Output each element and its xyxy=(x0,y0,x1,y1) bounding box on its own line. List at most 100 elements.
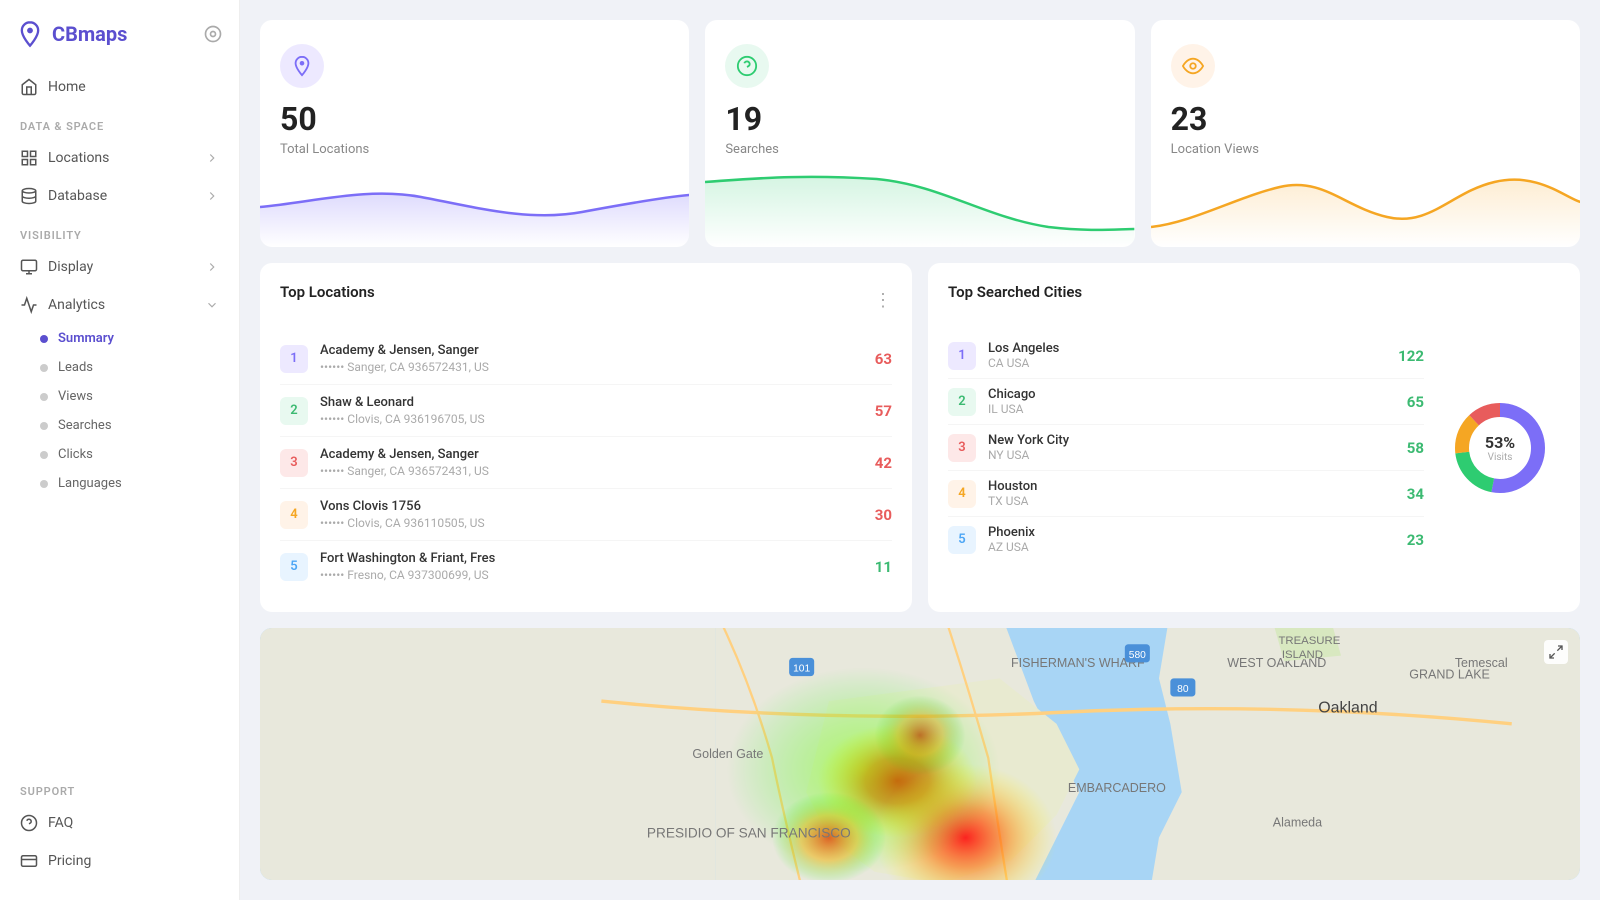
more-options-button[interactable]: ⋮ xyxy=(874,290,892,311)
sidebar-sub-label: Summary xyxy=(58,331,114,346)
stat-chart xyxy=(260,167,689,247)
location-info: Shaw & Leonard •••••• Clovis, CA 9361967… xyxy=(320,395,863,426)
location-info: Vons Clovis 1756 •••••• Clovis, CA 93611… xyxy=(320,499,863,530)
city-section: 1 Los Angeles CA USA 122 2 Chicago IL US… xyxy=(948,333,1560,562)
searches-chart-svg xyxy=(705,167,1134,247)
home-icon xyxy=(20,78,38,96)
city-sub: AZ USA xyxy=(988,540,1395,554)
sidebar-sub-item-views[interactable]: Views xyxy=(0,382,239,411)
stat-number: 50 xyxy=(280,100,669,138)
sidebar-item-pricing[interactable]: Pricing xyxy=(0,842,239,880)
location-addr: •••••• Sanger, CA 936572431, US xyxy=(320,464,863,478)
sidebar-item-display[interactable]: Display xyxy=(0,248,239,286)
sidebar-sub-item-summary[interactable]: Summary xyxy=(0,324,239,353)
city-count: 65 xyxy=(1407,393,1424,411)
svg-text:Temescal: Temescal xyxy=(1455,656,1508,670)
location-row[interactable]: 4 Vons Clovis 1756 •••••• Clovis, CA 936… xyxy=(280,489,892,541)
rank-badge: 5 xyxy=(948,526,976,554)
chevron-down-icon xyxy=(205,298,219,312)
location-info: Academy & Jensen, Sanger •••••• Sanger, … xyxy=(320,447,863,478)
sidebar-sub-label: Leads xyxy=(58,360,93,375)
sidebar-sub-label: Clicks xyxy=(58,447,93,462)
svg-text:TREASURE: TREASURE xyxy=(1278,635,1340,647)
faq-icon xyxy=(20,814,38,832)
svg-text:EMBARCADERO: EMBARCADERO xyxy=(1068,781,1166,795)
stat-chart xyxy=(705,167,1134,247)
donut-pct: 53% xyxy=(1485,433,1515,452)
city-name: Los Angeles xyxy=(988,341,1386,356)
rank-badge: 4 xyxy=(280,501,308,529)
location-info: Academy & Jensen, Sanger •••••• Sanger, … xyxy=(320,343,863,374)
stat-label: Location Views xyxy=(1171,142,1560,157)
city-row[interactable]: 1 Los Angeles CA USA 122 xyxy=(948,333,1424,379)
location-info: Fort Washington & Friant, Fres •••••• Fr… xyxy=(320,551,863,582)
stat-label: Searches xyxy=(725,142,1114,157)
city-row[interactable]: 3 New York City NY USA 58 xyxy=(948,425,1424,471)
sidebar-item-home[interactable]: Home xyxy=(0,68,239,106)
location-addr: •••••• Clovis, CA 936196705, US xyxy=(320,412,863,426)
city-sub: NY USA xyxy=(988,448,1395,462)
map-expand-button[interactable] xyxy=(1544,640,1568,664)
sidebar-item-analytics[interactable]: Analytics xyxy=(0,286,239,324)
rank-badge: 5 xyxy=(280,553,308,581)
sidebar-sub-label: Languages xyxy=(58,476,122,491)
sub-dot xyxy=(40,480,48,488)
svg-text:PRESIDIO OF SAN FRANCISCO: PRESIDIO OF SAN FRANCISCO xyxy=(647,826,851,841)
city-info: New York City NY USA xyxy=(988,433,1395,462)
sidebar-item-label: Database xyxy=(48,188,107,204)
sidebar-sub-item-leads[interactable]: Leads xyxy=(0,353,239,382)
sidebar-item-faq[interactable]: FAQ xyxy=(0,804,239,842)
stats-row: 50 Total Locations xyxy=(260,20,1580,247)
rank-badge: 2 xyxy=(948,388,976,416)
display-icon xyxy=(20,258,38,276)
rank-badge: 1 xyxy=(280,345,308,373)
card-header: Top Locations ⋮ xyxy=(280,283,892,317)
sub-dot xyxy=(40,422,48,430)
top-locations-card: Top Locations ⋮ 1 Academy & Jensen, Sang… xyxy=(260,263,912,612)
city-sub: IL USA xyxy=(988,402,1395,416)
city-info: Houston TX USA xyxy=(988,479,1395,508)
stat-number: 19 xyxy=(725,100,1114,138)
location-name: Academy & Jensen, Sanger xyxy=(320,343,863,358)
sidebar-sub-item-searches[interactable]: Searches xyxy=(0,411,239,440)
location-row[interactable]: 1 Academy & Jensen, Sanger •••••• Sanger… xyxy=(280,333,892,385)
stat-icon-wrap xyxy=(280,44,324,88)
database-icon xyxy=(20,187,38,205)
city-name: Phoenix xyxy=(988,525,1395,540)
sidebar-sub-item-clicks[interactable]: Clicks xyxy=(0,440,239,469)
sidebar-section-visibility: VISIBILITY xyxy=(0,215,239,248)
city-name: New York City xyxy=(988,433,1395,448)
city-count: 34 xyxy=(1407,485,1424,503)
location-pin-icon xyxy=(291,55,313,77)
chevron-right-icon xyxy=(205,260,219,274)
city-row[interactable]: 2 Chicago IL USA 65 xyxy=(948,379,1424,425)
analytics-icon xyxy=(20,296,38,314)
sub-dot xyxy=(40,335,48,343)
middle-row: Top Locations ⋮ 1 Academy & Jensen, Sang… xyxy=(260,263,1580,612)
city-count: 58 xyxy=(1407,439,1424,457)
pricing-icon xyxy=(20,852,38,870)
sidebar-sub-label: Views xyxy=(58,389,93,404)
stat-card-searches: 19 Searches xyxy=(705,20,1134,247)
stat-chart xyxy=(1151,167,1580,247)
app-name[interactable]: CBmaps xyxy=(16,20,127,48)
stat-card-total-locations: 50 Total Locations xyxy=(260,20,689,247)
chevron-right-icon xyxy=(205,189,219,203)
sub-dot xyxy=(40,364,48,372)
top-cities-card: Top Searched Cities 1 Los Angeles CA USA… xyxy=(928,263,1580,612)
city-sub: TX USA xyxy=(988,494,1395,508)
city-row[interactable]: 4 Houston TX USA 34 xyxy=(948,471,1424,517)
location-row[interactable]: 2 Shaw & Leonard •••••• Clovis, CA 93619… xyxy=(280,385,892,437)
settings-icon[interactable] xyxy=(203,24,223,44)
sidebar-item-locations[interactable]: Locations xyxy=(0,139,239,177)
top-cities-list: 1 Los Angeles CA USA 122 2 Chicago IL US… xyxy=(948,333,1424,562)
city-sub: CA USA xyxy=(988,356,1386,370)
city-name: Houston xyxy=(988,479,1395,494)
sidebar-sub-item-languages[interactable]: Languages xyxy=(0,469,239,498)
rank-badge: 4 xyxy=(948,480,976,508)
location-row[interactable]: 5 Fort Washington & Friant, Fres •••••• … xyxy=(280,541,892,592)
city-row[interactable]: 5 Phoenix AZ USA 23 xyxy=(948,517,1424,562)
locations-icon xyxy=(20,149,38,167)
sidebar-item-database[interactable]: Database xyxy=(0,177,239,215)
location-row[interactable]: 3 Academy & Jensen, Sanger •••••• Sanger… xyxy=(280,437,892,489)
